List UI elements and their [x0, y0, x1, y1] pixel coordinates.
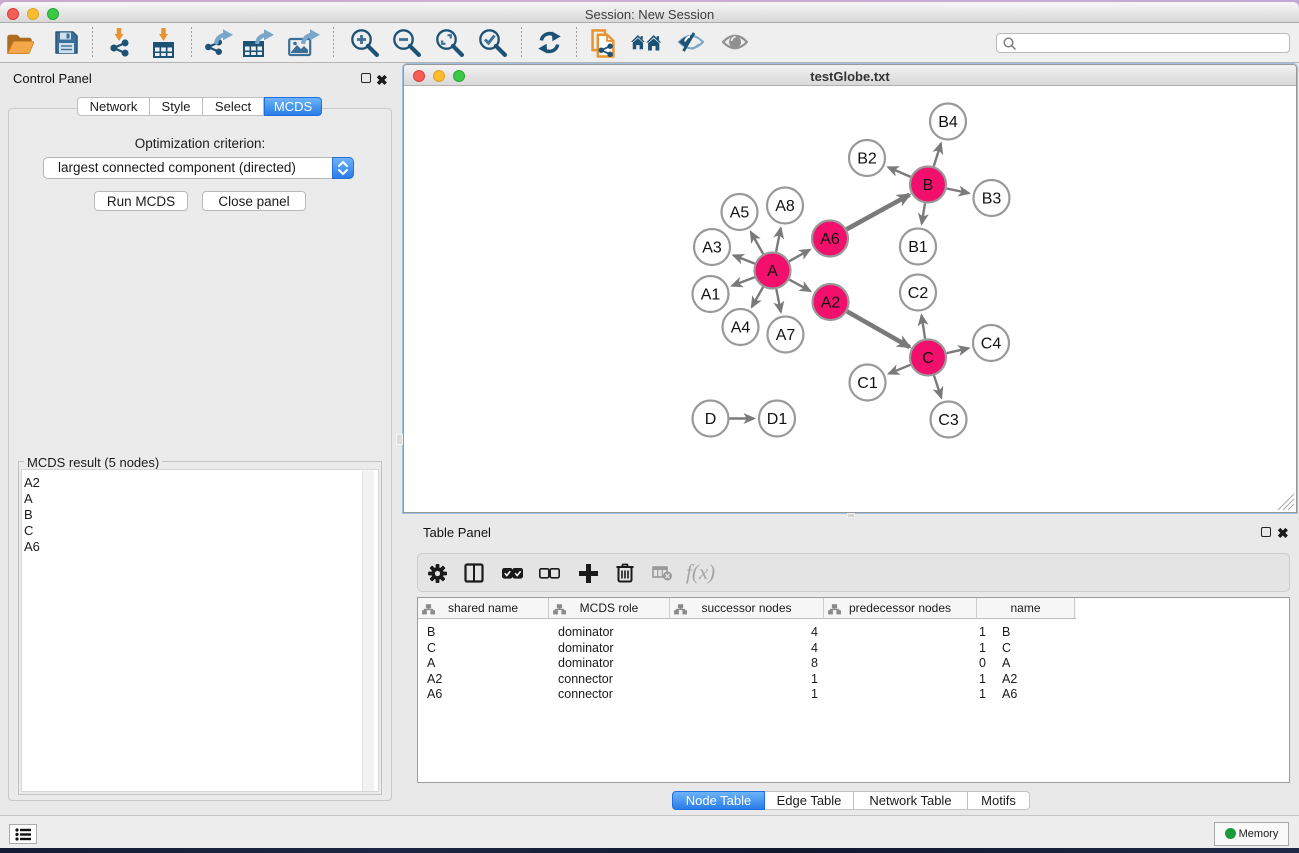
svg-text:A: A — [767, 263, 778, 280]
svg-text:A1: A1 — [701, 287, 721, 304]
svg-text:A8: A8 — [775, 198, 795, 215]
svg-text:D1: D1 — [767, 411, 788, 428]
svg-text:B: B — [923, 177, 934, 194]
svg-text:B4: B4 — [938, 114, 958, 131]
svg-text:C1: C1 — [857, 375, 878, 392]
svg-text:B3: B3 — [982, 191, 1002, 208]
svg-text:C4: C4 — [981, 336, 1002, 353]
svg-text:A7: A7 — [776, 327, 796, 344]
svg-text:D: D — [705, 411, 717, 428]
svg-text:A3: A3 — [702, 240, 722, 257]
svg-text:A2: A2 — [821, 295, 841, 312]
svg-text:A5: A5 — [730, 205, 750, 222]
svg-text:C2: C2 — [908, 285, 929, 302]
svg-text:B2: B2 — [857, 151, 877, 168]
svg-text:B1: B1 — [908, 239, 928, 256]
svg-text:A4: A4 — [731, 320, 751, 337]
svg-text:A6: A6 — [820, 231, 840, 248]
svg-text:C: C — [922, 350, 934, 367]
svg-text:C3: C3 — [938, 412, 959, 429]
